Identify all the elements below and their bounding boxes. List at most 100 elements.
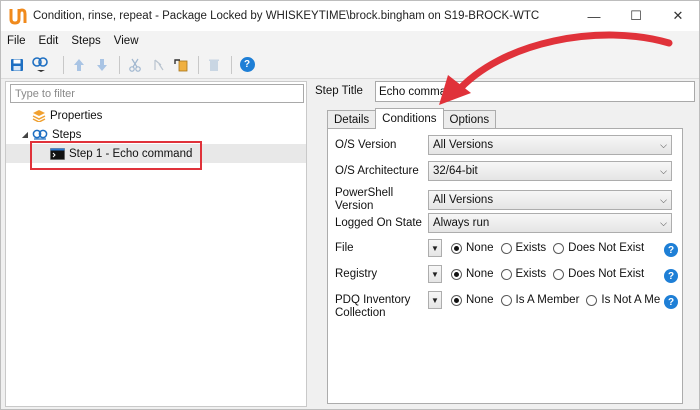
maximize-button[interactable]: ☐ (615, 1, 657, 31)
save-button[interactable] (7, 55, 27, 75)
pdq-collection-label: PDQ Inventory Collection (335, 294, 411, 319)
menu-steps[interactable]: Steps (71, 35, 100, 47)
file-row: File ▼ None Exists Does Not Exist (335, 239, 651, 257)
collapse-icon[interactable]: ◢ (20, 130, 30, 139)
os-version-row: O/S Version All Versions ⌵ (335, 135, 672, 155)
tree-item-step-1[interactable]: Step 1 - Echo command (6, 144, 306, 163)
ps-version-label: PowerShell Version (335, 187, 394, 212)
os-arch-row: O/S Architecture 32/64-bit ⌵ (335, 161, 672, 181)
close-button[interactable]: ✕ (657, 1, 699, 31)
pdq-radio-group: None Is A Member Is Not A Me (451, 294, 660, 306)
add-step-icon (32, 56, 48, 72)
pdq-help-icon[interactable]: ? (664, 295, 678, 309)
registry-condition-dropdown[interactable]: ▼ (428, 265, 442, 283)
window-controls: — ☐ ✕ (573, 1, 699, 31)
file-label: File (335, 241, 354, 254)
logged-on-label: Logged On State (335, 216, 422, 229)
cut-icon (129, 58, 141, 72)
registry-radio-group: None Exists Does Not Exist (451, 268, 651, 280)
move-up-button[interactable] (69, 55, 89, 75)
pdq-condition-dropdown[interactable]: ▼ (428, 291, 442, 309)
steps-icon (32, 129, 48, 140)
file-radio-not-exist[interactable]: Does Not Exist (553, 242, 644, 254)
delete-button[interactable] (204, 55, 224, 75)
logged-on-value: Always run (433, 217, 490, 229)
registry-radio-none[interactable]: None (451, 268, 494, 280)
radio-checked-icon (451, 294, 462, 306)
ps-version-row: PowerShell Version All Versions ⌵ (335, 187, 672, 213)
step-title-input[interactable] (375, 81, 695, 102)
menu-edit[interactable]: Edit (39, 35, 59, 47)
copy-button[interactable] (148, 55, 168, 75)
window-title: Condition, rinse, repeat - Package Locke… (33, 10, 540, 22)
radio-unchecked-icon (553, 268, 565, 280)
file-radio-group: None Exists Does Not Exist (451, 242, 651, 254)
chevron-down-icon: ⌵ (660, 165, 667, 176)
ps-version-value: All Versions (433, 194, 494, 206)
radio-label: Does Not Exist (568, 268, 645, 280)
radio-label: Exists (515, 268, 547, 280)
tab-options[interactable]: Options (442, 110, 497, 129)
menu-file[interactable]: File (7, 35, 26, 47)
move-down-button[interactable] (92, 55, 112, 75)
ps-version-select[interactable]: All Versions ⌵ (428, 190, 672, 210)
file-help-icon[interactable]: ? (664, 243, 678, 257)
save-icon (11, 58, 23, 71)
pdq-radio-none[interactable]: None (451, 294, 494, 306)
move-up-icon (74, 58, 84, 71)
os-arch-select[interactable]: 32/64-bit ⌵ (428, 161, 672, 181)
radio-label: None (466, 294, 494, 306)
tree-item-label: Step 1 - Echo command (69, 147, 193, 160)
cut-button[interactable] (125, 55, 145, 75)
tab-conditions[interactable]: Conditions (375, 108, 444, 129)
registry-help-icon[interactable]: ? (664, 269, 678, 283)
paste-icon (174, 58, 188, 71)
radio-checked-icon (451, 242, 462, 254)
chevron-down-icon: ⌵ (660, 217, 667, 228)
app-window: Condition, rinse, repeat - Package Locke… (0, 0, 700, 410)
tab-details[interactable]: Details (327, 110, 377, 129)
registry-radio-not-exist[interactable]: Does Not Exist (553, 268, 644, 280)
package-tree-pane: Properties ◢ Steps Step 1 - Echo command (5, 81, 307, 407)
help-button[interactable]: ? (237, 55, 257, 75)
help-icon: ? (239, 57, 255, 72)
toolbar: ? (1, 51, 699, 79)
powershell-command-icon (50, 147, 65, 160)
pdq-radio-is-member[interactable]: Is A Member (500, 294, 580, 306)
file-radio-none[interactable]: None (451, 242, 494, 254)
radio-unchecked-icon (500, 268, 512, 280)
package-tree: Properties ◢ Steps Step 1 - Echo command (6, 106, 306, 163)
os-arch-value: 32/64-bit (433, 165, 478, 177)
paste-button[interactable] (171, 55, 191, 75)
file-condition-dropdown[interactable]: ▼ (428, 239, 442, 257)
radio-label: Is A Member (515, 294, 580, 306)
tree-item-properties[interactable]: Properties (6, 106, 306, 125)
toolbar-separator (198, 55, 199, 74)
conditions-panel: O/S Version All Versions ⌵ O/S Architect… (327, 128, 683, 404)
menu-view[interactable]: View (114, 35, 139, 47)
radio-label: None (466, 268, 494, 280)
logged-on-select[interactable]: Always run ⌵ (428, 213, 672, 233)
radio-unchecked-icon (500, 294, 512, 306)
add-step-button[interactable] (30, 55, 56, 75)
tree-item-steps[interactable]: ◢ Steps (6, 125, 306, 144)
radio-unchecked-icon (500, 242, 512, 254)
menu-bar: File Edit Steps View (1, 31, 699, 51)
chevron-down-icon: ⌵ (660, 139, 667, 150)
registry-radio-exists[interactable]: Exists (500, 268, 547, 280)
delete-icon (209, 59, 219, 71)
pdq-collection-row: PDQ Inventory Collection ▼ None Is A Mem… (335, 291, 660, 320)
move-down-icon (97, 58, 107, 71)
os-version-select[interactable]: All Versions ⌵ (428, 135, 672, 155)
radio-unchecked-icon (553, 242, 565, 254)
filter-input[interactable] (10, 84, 304, 103)
properties-icon (32, 109, 46, 122)
toolbar-separator (119, 55, 120, 74)
radio-label: Does Not Exist (568, 242, 645, 254)
pdq-radio-not-member[interactable]: Is Not A Me (586, 294, 660, 306)
file-radio-exists[interactable]: Exists (500, 242, 546, 254)
toolbar-separator (63, 55, 64, 74)
minimize-button[interactable]: — (573, 1, 615, 31)
tree-item-label: Properties (50, 109, 103, 122)
radio-label: None (466, 242, 494, 254)
